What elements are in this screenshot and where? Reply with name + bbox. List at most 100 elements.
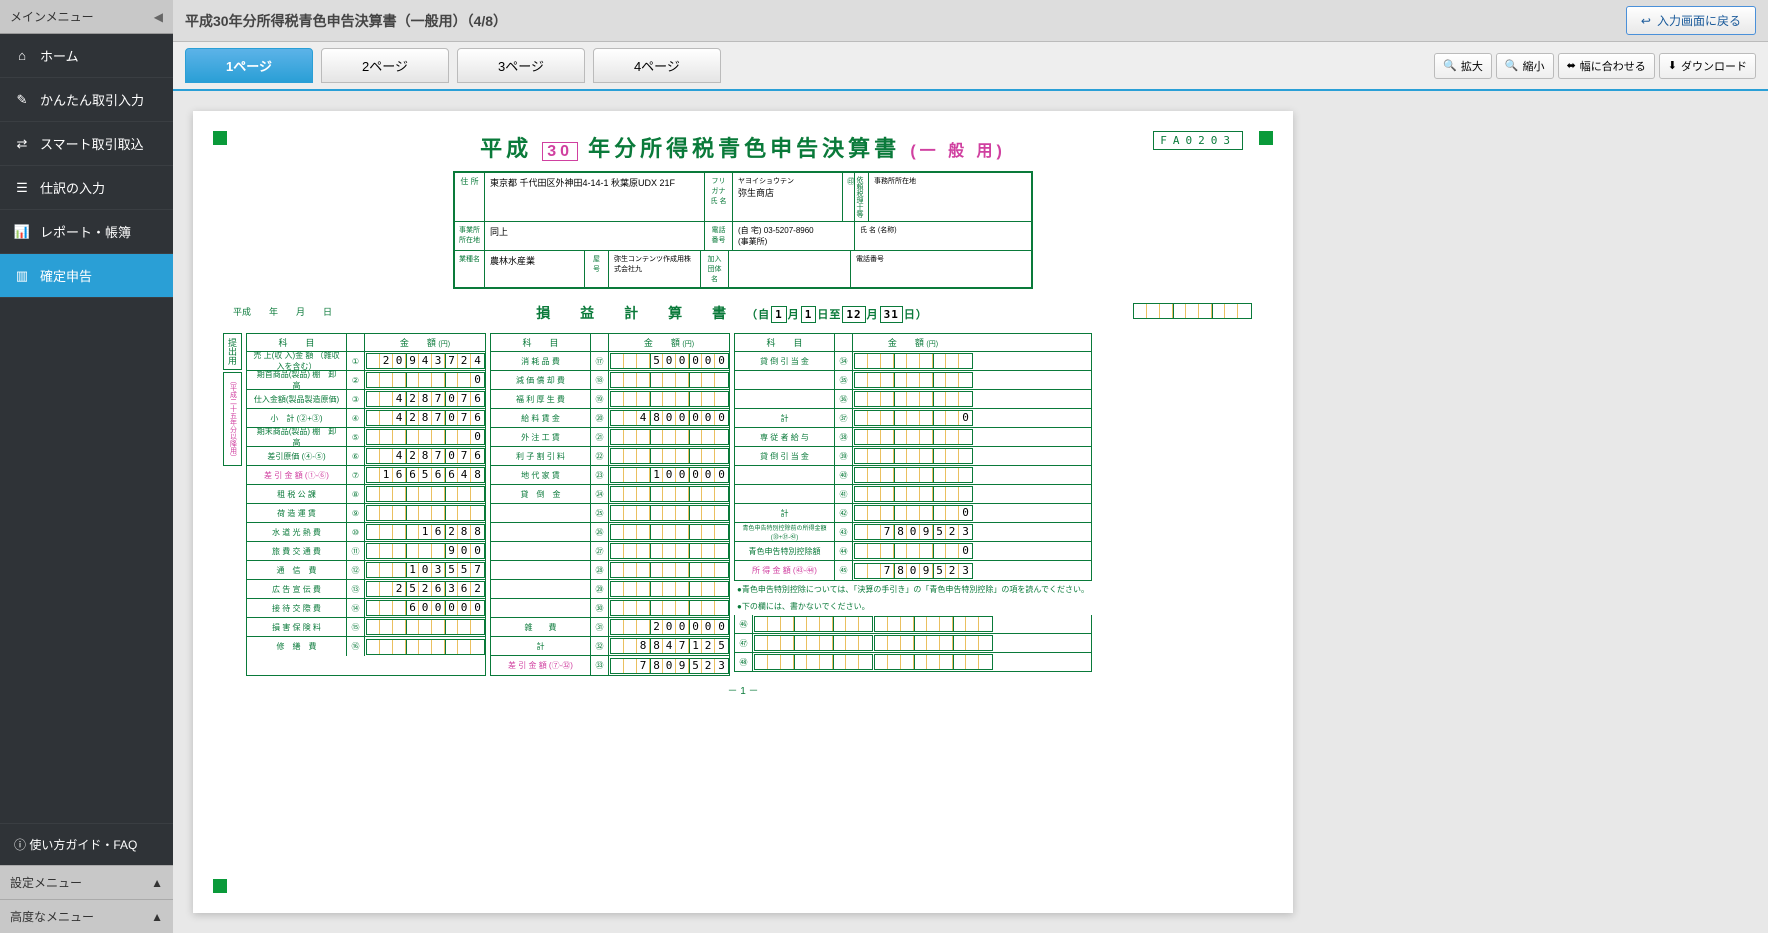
pl-row: 福 利 厚 生 費⑲ [491, 390, 729, 409]
pl-row: 荷 造 運 賃⑨ [247, 504, 485, 523]
tab-page4[interactable]: 4ページ [593, 48, 721, 83]
topbar: 平成30年分所得税青色申告決算書（一般用）（4/8） ↩入力画面に戻る [173, 0, 1768, 42]
pl-row: ㊶ [735, 485, 1091, 504]
pl-row: 計㊲0 [735, 409, 1091, 428]
fit-icon: ⬌ [1567, 59, 1576, 72]
pl-row: 所 得 金 額 (㊸-㊹)㊺7809523 [735, 561, 1091, 580]
pl-row: ㉘ [491, 561, 729, 580]
zoom-in-icon: 🔍 [1443, 59, 1457, 72]
form-code: FA0203 [1153, 131, 1243, 150]
tax-icon: ▥ [14, 268, 30, 284]
reserved-rows: ㊻㊼㊽ [734, 615, 1092, 672]
sidebar-advanced[interactable]: 高度なメニュー▲ [0, 899, 173, 933]
download-icon: ⬇ [1668, 59, 1677, 72]
journal-icon: ☰ [14, 180, 30, 196]
sidebar-item-tax[interactable]: ▥確定申告 [0, 254, 173, 298]
sidebar-item-home[interactable]: ⌂ホーム [0, 34, 173, 78]
pl-row: 貸 倒 引 当 金㊴ [735, 447, 1091, 466]
document: FA0203 平成 30 年分所得税青色申告決算書 (一 般 用) 住 所 東京… [193, 111, 1293, 913]
toolbar: 1ページ 2ページ 3ページ 4ページ 🔍拡大 🔍縮小 ⬌幅に合わせる ⬇ダウン… [173, 42, 1768, 91]
tab-page1[interactable]: 1ページ [185, 48, 313, 83]
biz-type-value: 農林水産業 [485, 251, 585, 287]
document-area[interactable]: FA0203 平成 30 年分所得税青色申告決算書 (一 般 用) 住 所 東京… [173, 91, 1768, 933]
corner-mark [1259, 131, 1273, 145]
sidebar-item-reports[interactable]: 📊レポート・帳簿 [0, 210, 173, 254]
pl-row: 利 子 割 引 料㉒ [491, 447, 729, 466]
back-button[interactable]: ↩入力画面に戻る [1626, 6, 1756, 35]
pl-column-2: 科 目金 額 (円)消 耗 品 費⑰500000減 価 償 却 費⑱福 利 厚 … [490, 333, 730, 676]
home-icon: ⌂ [14, 48, 30, 64]
collapse-icon[interactable]: ◀ [154, 10, 163, 24]
pl-row: 期首商品(製品) 棚 卸 高②0 [247, 371, 485, 390]
pl-row: 計㊷0 [735, 504, 1091, 523]
corner-mark [213, 131, 227, 145]
pl-row: 給 料 賃 金⑳4800000 [491, 409, 729, 428]
pl-row: 青色申告特別控除額㊹0 [735, 542, 1091, 561]
sidebar-header[interactable]: メインメニュー ◀ [0, 0, 173, 34]
pl-row: 貸 倒 金㉔ [491, 485, 729, 504]
sidebar-item-easy-entry[interactable]: ✎かんたん取引入力 [0, 78, 173, 122]
pl-row: 仕入金額(製品製造原価)③4287076 [247, 390, 485, 409]
fit-width-button[interactable]: ⬌幅に合わせる [1558, 53, 1655, 79]
chart-icon: 📊 [14, 224, 30, 240]
sidebar-settings[interactable]: 設定メニュー▲ [0, 865, 173, 899]
pl-row: 計㉜8847125 [491, 637, 729, 656]
pl-row: 雑 費㉛200000 [491, 618, 729, 637]
zoom-out-icon: 🔍 [1505, 59, 1519, 72]
corner-mark [213, 879, 227, 893]
tab-page3[interactable]: 3ページ [457, 48, 585, 83]
pl-row: 修 繕 費⑯ [247, 637, 485, 656]
phone-value: 03-5207-8960 [764, 226, 814, 235]
main: 平成30年分所得税青色申告決算書（一般用）（4/8） ↩入力画面に戻る 1ページ… [173, 0, 1768, 933]
return-icon: ↩ [1641, 14, 1651, 28]
filing-date: 平成 年 月 日 [233, 305, 332, 318]
note-2: ●下の欄には、書かないでください。 [734, 598, 1092, 615]
biz-loc-value: 同上 [485, 222, 705, 250]
pencil-icon: ✎ [14, 92, 30, 108]
pl-row: 期末商品(製品) 棚 卸 高⑤0 [247, 428, 485, 447]
pl-row: 差 引 金 額 (①-⑥)⑦16656648 [247, 466, 485, 485]
page-title: 平成30年分所得税青色申告決算書（一般用）（4/8） [185, 11, 507, 31]
import-icon: ⇄ [14, 136, 30, 152]
sidebar: メインメニュー ◀ ⌂ホーム ✎かんたん取引入力 ⇄スマート取引取込 ☰仕訳の入… [0, 0, 173, 933]
chevron-up-icon: ▲ [151, 910, 163, 924]
pl-row: 外 注 工 賃㉑ [491, 428, 729, 447]
pl-row: 広 告 宣 伝 費⑬2526362 [247, 580, 485, 599]
doc-header: 平成 30 年分所得税青色申告決算書 (一 般 用) [223, 131, 1263, 163]
taxpayer-info: 住 所 東京都 千代田区外神田4-14-1 秋葉原UDX 21F フリガナ氏 名… [453, 171, 1033, 289]
pl-row: ㉕ [491, 504, 729, 523]
zoom-in-button[interactable]: 🔍拡大 [1434, 53, 1492, 79]
pl-row: 青色申告特別控除前の所得金額 (㉝+㊲-㊷)㊸7809523 [735, 523, 1091, 542]
pl-row: ㉙ [491, 580, 729, 599]
pl-row: 消 耗 品 費⑰500000 [491, 352, 729, 371]
pl-row: 水 道 光 熱 費⑩16288 [247, 523, 485, 542]
pl-row: 専 従 者 給 与㊳ [735, 428, 1091, 447]
pl-row: ㉖ [491, 523, 729, 542]
pl-grid: 提出用 （平成二十五年分以降用） 科 目金 額 (円)売 上(収 入)金 額 （… [223, 333, 1263, 676]
pl-column-3: 科 目金 額 (円)貸 倒 引 当 金㉞㉟㊱計㊲0専 従 者 給 与㊳貸 倒 引… [734, 333, 1092, 581]
doc-page-number: － 1 － [223, 682, 1263, 697]
tabs: 1ページ 2ページ 3ページ 4ページ [185, 48, 721, 83]
pl-row: 貸 倒 引 当 金㉞ [735, 352, 1091, 371]
pl-row: 租 税 公 課⑧ [247, 485, 485, 504]
pl-row: ㊵ [735, 466, 1091, 485]
download-button[interactable]: ⬇ダウンロード [1659, 53, 1756, 79]
tab-page2[interactable]: 2ページ [321, 48, 449, 83]
pl-row: 旅 費 交 通 費⑪900 [247, 542, 485, 561]
pl-row: 差引原価 (④-⑤)⑥4287076 [247, 447, 485, 466]
pl-column-1: 科 目金 額 (円)売 上(収 入)金 額 （雑収入を含む）①20943724期… [246, 333, 486, 676]
pl-row: 地 代 家 賃㉓100000 [491, 466, 729, 485]
submit-label: 提出用 [223, 333, 242, 370]
address-value: 東京都 千代田区外神田4-14-1 秋葉原UDX 21F [485, 173, 705, 221]
office-code-strip [1133, 303, 1252, 319]
pl-row: 差 引 金 額 (⑦-㉜)㉝7809523 [491, 656, 729, 675]
pl-row: 減 価 償 却 費⑱ [491, 371, 729, 390]
sidebar-help[interactable]: ⓘ 使い方ガイド・FAQ [0, 823, 173, 865]
pl-row: 損 害 保 険 料⑮ [247, 618, 485, 637]
sidebar-header-label: メインメニュー [10, 8, 94, 25]
zoom-out-button[interactable]: 🔍縮小 [1496, 53, 1554, 79]
sidebar-item-smart-import[interactable]: ⇄スマート取引取込 [0, 122, 173, 166]
pl-row: ㉚ [491, 599, 729, 618]
chevron-up-icon: ▲ [151, 876, 163, 890]
sidebar-item-journal[interactable]: ☰仕訳の入力 [0, 166, 173, 210]
